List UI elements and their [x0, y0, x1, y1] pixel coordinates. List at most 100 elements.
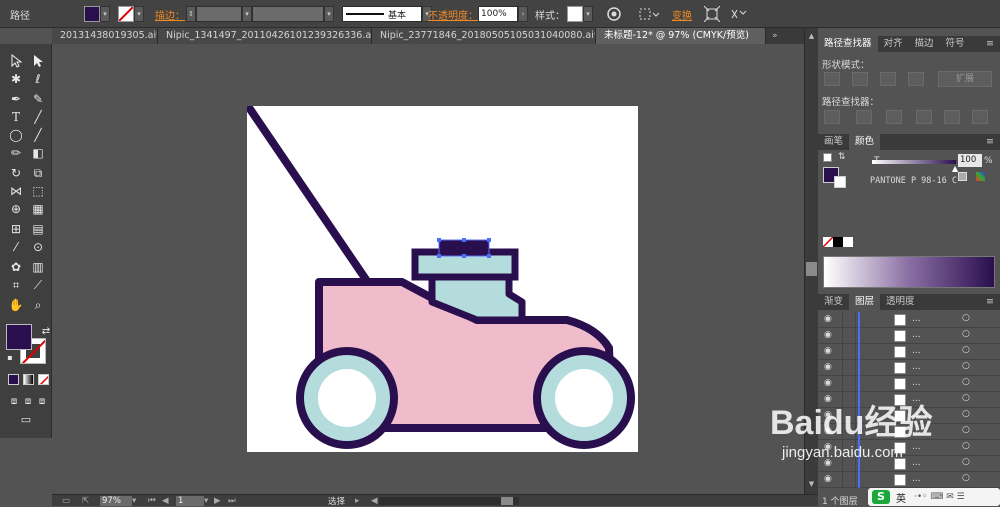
fill-color-box[interactable] — [6, 324, 32, 350]
tab-pathfinder[interactable]: 路径查找器 — [818, 36, 878, 52]
eyedropper-icon[interactable]: ⁄ — [6, 238, 26, 256]
opacity-label[interactable]: 不透明度： — [428, 5, 478, 23]
eraser-icon[interactable]: ◧ — [28, 144, 48, 162]
lock-toggle[interactable] — [842, 408, 856, 423]
unite-icon[interactable] — [824, 72, 840, 86]
stroke-weight-control[interactable]: ⇕ ▾ — [186, 5, 252, 23]
minus-back-icon[interactable] — [972, 110, 988, 124]
paintbrush-icon[interactable]: ╱ — [28, 126, 48, 144]
stroke-weight-stepper-icon[interactable]: ⇕ — [186, 6, 196, 22]
layer-row[interactable]: ◉... ○ — [818, 392, 1000, 408]
visibility-eye-icon[interactable]: ◉ — [824, 394, 832, 404]
tab-overflow-icon[interactable]: » — [766, 28, 804, 44]
scale-tool-icon[interactable]: ⧉ — [28, 164, 48, 182]
lock-toggle[interactable] — [842, 360, 856, 375]
tab-gradient[interactable]: 渐变 — [818, 294, 849, 310]
tab-document-3[interactable]: Nipic_23771846_20180505105031040080.ai* — [372, 28, 596, 44]
minus-front-icon[interactable] — [852, 72, 868, 86]
curvature-tool-icon[interactable]: ✎ — [28, 90, 48, 108]
tab-align[interactable]: 对齐 — [878, 36, 909, 52]
pencil-icon[interactable]: ✏ — [6, 144, 26, 162]
color-panel-menu-icon[interactable]: ≡ — [980, 134, 1000, 150]
lock-toggle[interactable] — [842, 472, 856, 487]
layer-name[interactable]: ... — [912, 410, 921, 420]
slice-tool-icon[interactable]: ⟋ — [28, 276, 48, 294]
target-icon[interactable]: ○ — [962, 377, 970, 387]
hscroll-left-icon[interactable]: ◀ — [371, 496, 379, 506]
selection-handle[interactable] — [462, 238, 466, 242]
stroke-label[interactable]: 描边： — [155, 5, 185, 23]
lock-toggle[interactable] — [842, 344, 856, 359]
target-icon[interactable]: ○ — [962, 329, 970, 339]
lock-toggle[interactable] — [842, 456, 856, 471]
visibility-eye-icon[interactable]: ◉ — [824, 378, 832, 388]
panel-menu-icon[interactable]: ≡ — [980, 36, 1000, 52]
visibility-eye-icon[interactable]: ◉ — [824, 442, 832, 452]
layer-name[interactable]: ... — [912, 458, 921, 468]
fill-swatch[interactable]: ▾ — [84, 5, 110, 23]
lawnmower-artwork[interactable] — [246, 105, 638, 452]
target-icon[interactable]: ○ — [962, 361, 970, 371]
fill-dropdown-icon[interactable]: ▾ — [100, 6, 110, 22]
lock-toggle[interactable] — [842, 424, 856, 439]
stroke-dropdown-icon[interactable]: ▾ — [134, 6, 144, 22]
layer-name[interactable]: ... — [912, 442, 921, 452]
width-tool-icon[interactable]: ⋈ — [6, 182, 26, 200]
last-artboard-icon[interactable]: ⏭ — [228, 496, 242, 506]
mesh-tool-icon[interactable]: ⊞ — [6, 220, 26, 238]
target-icon[interactable]: ○ — [962, 425, 970, 435]
visibility-eye-icon[interactable]: ◉ — [824, 474, 832, 484]
fill-color-icon[interactable] — [84, 6, 100, 22]
opacity-arrow-icon[interactable]: › — [518, 6, 528, 22]
sogou-logo-icon[interactable]: S — [872, 490, 890, 504]
black-swatch[interactable] — [833, 237, 843, 247]
graphic-style-swatch[interactable] — [567, 6, 583, 22]
free-transform-icon[interactable]: ⬚ — [28, 182, 48, 200]
tint-slider[interactable] — [872, 160, 956, 164]
tab-document-1[interactable]: 20131438019305.ai* — [52, 28, 158, 44]
perspective-grid-icon[interactable]: ▦ — [28, 200, 48, 218]
screen-mode-icon[interactable]: ▭ — [16, 410, 36, 428]
intersect-icon[interactable] — [880, 72, 896, 86]
visibility-eye-icon[interactable]: ◉ — [824, 346, 832, 356]
target-icon[interactable]: ○ — [962, 313, 970, 323]
graph-tool-icon[interactable]: ▥ — [28, 258, 48, 276]
web-safe-icon[interactable] — [976, 172, 985, 181]
graphic-style-dropdown-icon[interactable]: ▾ — [583, 6, 593, 22]
ime-tools-icon[interactable]: ·•◦ ⌨ ✉ ☰ — [914, 492, 965, 502]
layer-name[interactable]: ... — [912, 346, 921, 356]
layer-name[interactable]: ... — [912, 474, 921, 484]
tab-symbols[interactable]: 符号 — [940, 36, 971, 52]
direct-selection-tool-icon[interactable] — [28, 52, 48, 70]
layer-name[interactable]: ... — [912, 378, 921, 388]
variable-width-profile[interactable]: ▾ — [252, 5, 334, 23]
mower-handle[interactable] — [246, 105, 373, 288]
first-artboard-icon[interactable]: ⏮ — [148, 496, 162, 506]
layer-row[interactable]: ◉... ○ — [818, 376, 1000, 392]
lock-toggle[interactable] — [842, 312, 856, 327]
tab-document-2[interactable]: Nipic_1341497_20110426101239326336.ai* — [158, 28, 372, 44]
layer-name[interactable]: ... — [912, 426, 921, 436]
expand-button[interactable]: 扩展 — [938, 71, 992, 87]
magic-wand-icon[interactable]: ✱ — [6, 70, 26, 88]
line-tool-icon[interactable]: ╱ — [28, 108, 48, 126]
visibility-eye-icon[interactable]: ◉ — [824, 426, 832, 436]
page-field[interactable]: 1 — [176, 495, 204, 506]
canvas-horizontal-scrollbar[interactable] — [379, 496, 520, 505]
layer-row[interactable]: ◉... ○ — [818, 328, 1000, 344]
selection-tool-icon[interactable] — [6, 52, 26, 70]
symbol-sprayer-icon[interactable]: ✿ — [6, 258, 26, 276]
ellipse-tool-icon[interactable]: ◯ — [6, 126, 26, 144]
white-swatch[interactable] — [843, 237, 853, 247]
target-icon[interactable]: ○ — [962, 409, 970, 419]
visibility-eye-icon[interactable]: ◉ — [824, 362, 832, 372]
none-swatch[interactable] — [823, 237, 833, 247]
tab-document-active[interactable]: 未标题-12* @ 97% (CMYK/预览) — [596, 28, 766, 44]
pen-tool-icon[interactable]: ✒ — [6, 90, 26, 108]
layer-row[interactable]: ◉... ○ — [818, 424, 1000, 440]
artboard-tool-icon[interactable]: ⌗ — [6, 276, 26, 294]
transform-label[interactable]: 变换 — [672, 5, 692, 23]
tab-transparency[interactable]: 透明度 — [880, 294, 921, 310]
layer-name[interactable]: ... — [912, 394, 921, 404]
visibility-eye-icon[interactable]: ◉ — [824, 458, 832, 468]
